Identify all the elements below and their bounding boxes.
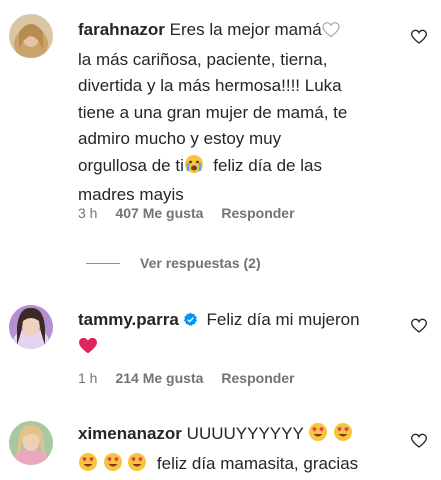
white-heart-icon [322,20,340,47]
heart-outline-icon[interactable] [411,433,427,449]
heart-eyes-emoji-icon [308,422,328,451]
likes-count[interactable]: 407 Me gusta [115,205,203,221]
avatar[interactable] [9,421,53,465]
username[interactable]: ximenanazor [78,424,182,443]
username[interactable]: tammy.parra [78,310,179,329]
heart-eyes-emoji-icon [103,452,123,480]
heart-eyes-emoji-icon [333,422,353,451]
comment-body: tammy.parra Feliz día mi mujeron [78,307,388,363]
crying-face-emoji-icon [184,154,204,183]
timestamp: 3 h [78,205,97,221]
verified-badge-icon [183,309,198,324]
timestamp: 1 h [78,370,97,386]
reply-button[interactable]: Responder [221,370,294,386]
likes-count[interactable]: 214 Me gusta [115,370,203,386]
heart-eyes-emoji-icon [127,452,147,480]
avatar[interactable] [9,305,53,349]
heart-outline-icon[interactable] [411,29,427,45]
comment-text: Feliz día mi mujeron [207,310,360,329]
avatar[interactable] [9,14,53,58]
view-replies-button[interactable]: Ver respuestas (2) [86,255,261,271]
replies-divider [86,263,120,264]
comment-body: ximenanazor UUUUYYYYYY feliz día mamasit… [78,421,388,480]
username[interactable]: farahnazor [78,20,165,39]
comment-text: Eres la mejor mamá la más cariñosa, paci… [78,20,347,204]
view-replies-label: Ver respuestas (2) [140,255,261,271]
reply-button[interactable]: Responder [221,205,294,221]
comment-meta: 1 h 214 Me gusta Responder [78,370,295,386]
heart-outline-icon[interactable] [411,318,427,334]
heart-eyes-emoji-icon [78,452,98,480]
comment-meta: 3 h 407 Me gusta Responder [78,205,295,221]
red-heart-emoji-icon [78,337,98,364]
comment-body: farahnazor Eres la mejor mamá la más car… [78,17,388,209]
